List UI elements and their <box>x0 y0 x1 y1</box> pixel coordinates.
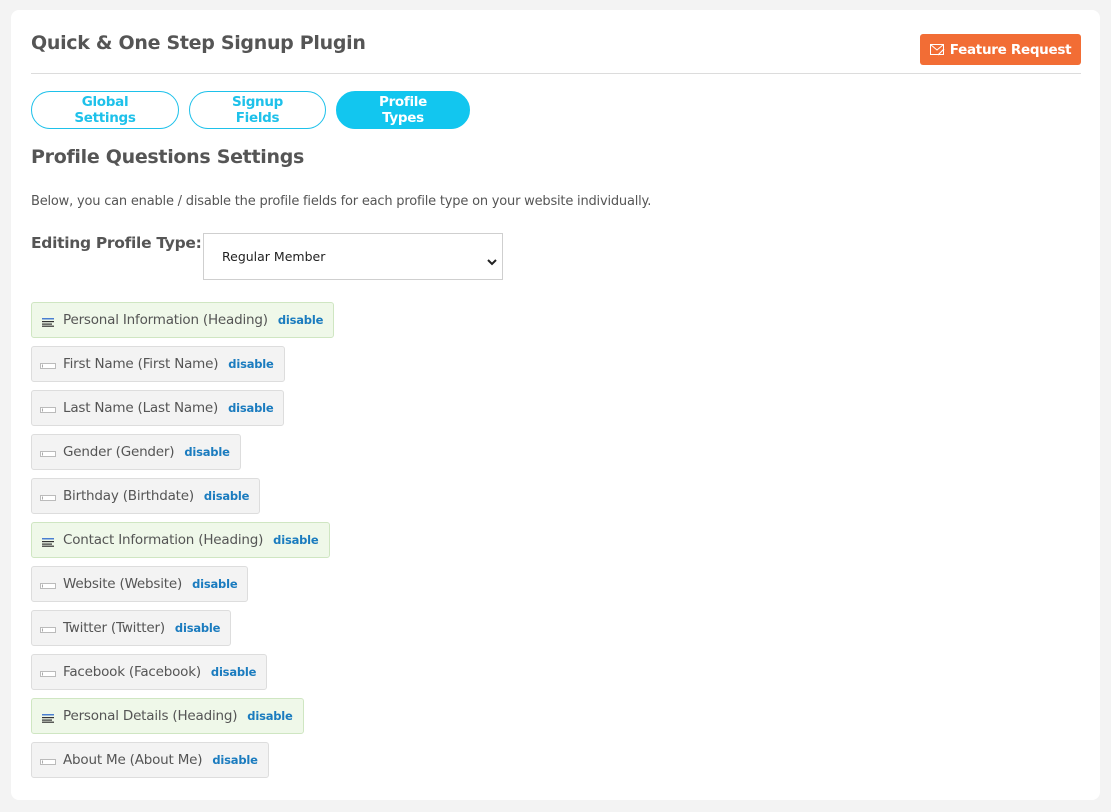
disable-link[interactable]: disable <box>278 313 324 327</box>
profile-fields-list: Personal Information (Heading) disable Fir… <box>31 302 335 786</box>
disable-link[interactable]: disable <box>228 401 274 415</box>
field-label: First Name (First Name) <box>63 356 219 372</box>
field-label: Personal Information (Heading) <box>63 312 268 328</box>
heading-icon <box>40 535 56 547</box>
tab-signup-fields[interactable]: Signup Fields <box>189 91 326 129</box>
field-row: About Me (About Me) disable <box>31 742 334 786</box>
field-label: Personal Details (Heading) <box>63 708 238 724</box>
text-field-icon <box>40 359 56 369</box>
feature-request-button[interactable]: Feature Request <box>920 34 1081 65</box>
field-label: Website (Website) <box>63 576 183 592</box>
disable-link[interactable]: disable <box>247 709 293 723</box>
field-item: Facebook (Facebook) disable <box>31 654 268 690</box>
field-item: Website (Website) disable <box>31 566 249 602</box>
tab-global-settings[interactable]: Global Settings <box>31 91 179 129</box>
page-title: Quick & One Step Signup Plugin <box>31 32 366 54</box>
text-field-icon <box>40 447 56 457</box>
field-row: Personal Information (Heading) disable <box>31 302 335 346</box>
field-row: Contact Information (Heading) disable <box>31 522 334 566</box>
feature-request-label: Feature Request <box>949 41 1072 58</box>
envelope-icon <box>929 43 945 56</box>
field-label: Twitter (Twitter) <box>63 620 165 636</box>
disable-link[interactable]: disable <box>204 489 250 503</box>
field-item: Last Name (Last Name) disable <box>31 390 285 426</box>
disable-link[interactable]: disable <box>184 445 230 459</box>
field-row: Twitter (Twitter) disable <box>31 610 334 654</box>
profile-type-label: Editing Profile Type: <box>31 234 202 252</box>
chevron-down-icon <box>487 251 497 270</box>
disable-link[interactable]: disable <box>175 621 221 635</box>
field-row: First Name (First Name) disable <box>31 346 334 390</box>
field-item: About Me (About Me) disable <box>31 742 269 778</box>
section-title: Profile Questions Settings <box>31 146 304 168</box>
field-label: About Me (About Me) <box>63 752 203 768</box>
settings-panel: Quick & One Step Signup Plugin Feature R… <box>11 10 1100 800</box>
field-label: Birthday (Birthdate) <box>63 488 194 504</box>
disable-link[interactable]: disable <box>192 577 238 591</box>
field-label: Facebook (Facebook) <box>63 664 201 680</box>
field-row: Gender (Gender) disable <box>31 434 334 478</box>
header-divider <box>31 73 1081 74</box>
heading-item: Contact Information (Heading) disable <box>31 522 330 558</box>
disable-link[interactable]: disable <box>211 665 257 679</box>
text-field-icon <box>40 667 56 677</box>
text-field-icon <box>40 579 56 589</box>
disable-link[interactable]: disable <box>228 357 274 371</box>
heading-icon <box>40 711 56 723</box>
field-row: Personal Details (Heading) disable <box>31 698 334 742</box>
field-label: Contact Information (Heading) <box>63 532 264 548</box>
field-row: Birthday (Birthdate) disable <box>31 478 334 522</box>
field-item: Birthday (Birthdate) disable <box>31 478 261 514</box>
disable-link[interactable]: disable <box>273 533 319 547</box>
profile-type-select[interactable]: Regular Member <box>203 233 503 280</box>
tab-bar: Global Settings Signup Fields Profile Ty… <box>31 91 470 129</box>
field-label: Last Name (Last Name) <box>63 400 219 416</box>
text-field-icon <box>40 623 56 633</box>
text-field-icon <box>40 491 56 501</box>
profile-type-selected: Regular Member <box>222 249 326 264</box>
field-row: Last Name (Last Name) disable <box>31 390 334 434</box>
field-item: First Name (First Name) disable <box>31 346 285 382</box>
tab-profile-types[interactable]: Profile Types <box>336 91 470 129</box>
heading-icon <box>40 315 56 327</box>
text-field-icon <box>40 403 56 413</box>
text-field-icon <box>40 755 56 765</box>
section-description: Below, you can enable / disable the prof… <box>31 194 652 209</box>
field-row: Website (Website) disable <box>31 566 334 610</box>
field-item: Twitter (Twitter) disable <box>31 610 232 646</box>
heading-item: Personal Details (Heading) disable <box>31 698 304 734</box>
field-row: Facebook (Facebook) disable <box>31 654 334 698</box>
field-item: Gender (Gender) disable <box>31 434 241 470</box>
field-label: Gender (Gender) <box>63 444 175 460</box>
disable-link[interactable]: disable <box>212 753 258 767</box>
heading-item: Personal Information (Heading) disable <box>31 302 335 338</box>
